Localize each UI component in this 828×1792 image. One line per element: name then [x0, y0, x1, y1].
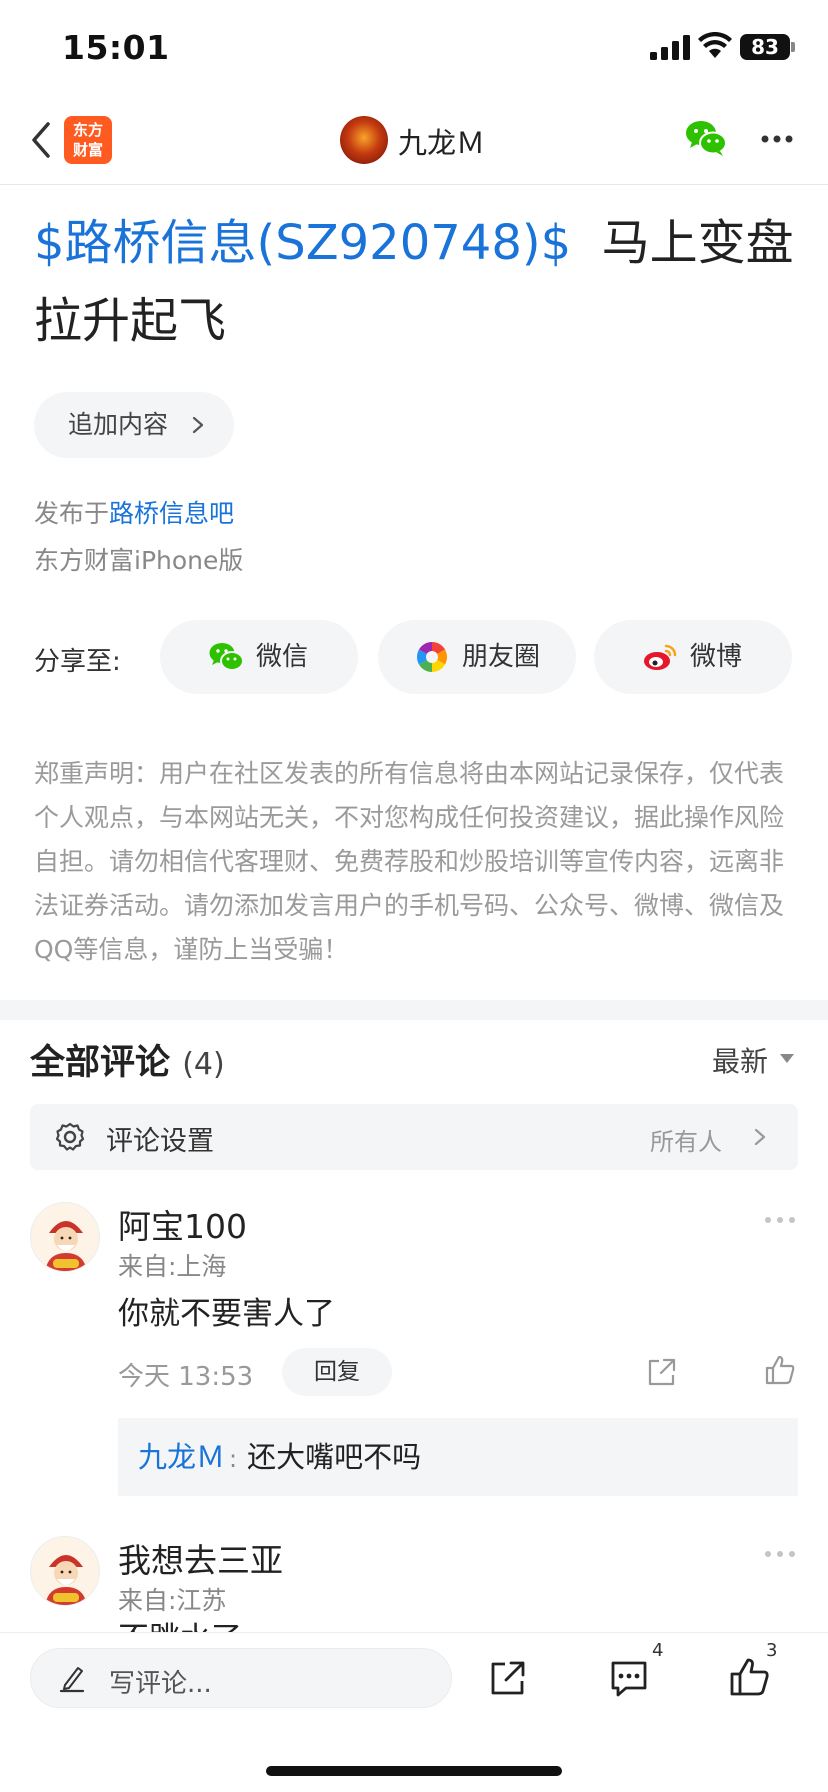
comment-settings-row[interactable]: 评论设置 所有人: [30, 1104, 798, 1170]
post-device: 东方财富iPhone版: [34, 546, 244, 575]
commenter-name[interactable]: 阿宝100: [118, 1200, 247, 1248]
share-wechat-label: 微信: [256, 642, 309, 672]
sub-reply[interactable]: 九龙Ｍ: 还大嘴吧不吗: [118, 1418, 798, 1496]
comment-body: 你就不要害人了: [118, 1296, 335, 1332]
sub-reply-text: 还大嘴吧不吗: [247, 1440, 422, 1474]
cellular-signal-icon: [650, 35, 690, 60]
commenter-avatar[interactable]: [30, 1202, 100, 1272]
more-options-icon[interactable]: [764, 1550, 796, 1558]
published-in: 发布于路桥信息吧: [34, 494, 234, 530]
battery-indicator: 83: [740, 34, 790, 60]
logo-text-1: 东方: [72, 121, 103, 139]
comment-settings-label: 评论设置: [106, 1126, 214, 1157]
share-moments-label: 朋友圈: [462, 642, 541, 672]
published-prefix: 发布于: [34, 499, 110, 528]
comments-count: (4): [182, 1047, 225, 1082]
like-count-badge: 3: [766, 1640, 778, 1661]
comment-count-badge: 4: [652, 1640, 664, 1661]
wechat-icon: [209, 643, 244, 671]
back-arrow-icon[interactable]: [26, 118, 56, 162]
comment-body: 不跳水了: [118, 1622, 242, 1632]
share-weibo-label: 微博: [690, 642, 743, 672]
reply-button[interactable]: 回复: [282, 1348, 392, 1396]
disclaimer-text: 郑重声明：用户在社区发表的所有信息将由本网站记录保存，仅代表个人观点，与本网站无…: [34, 759, 785, 964]
share-weibo-button[interactable]: 微博: [594, 620, 792, 694]
section-divider: [0, 1000, 828, 1020]
comments-title-label: 全部评论: [30, 1043, 171, 1083]
thumbs-up-icon[interactable]: [764, 1354, 796, 1386]
fortune-god-avatar-icon: [45, 1221, 87, 1271]
comment-bubble-icon[interactable]: [608, 1658, 650, 1698]
commenter-location: 来自:上海: [118, 1252, 227, 1281]
pencil-icon: [59, 1667, 85, 1693]
more-options-icon[interactable]: [760, 134, 794, 144]
battery-cap: [791, 42, 795, 52]
more-options-icon[interactable]: [764, 1216, 796, 1224]
moments-aperture-icon: [416, 642, 448, 672]
comments-title: 全部评论 (4): [30, 1034, 225, 1085]
append-content-label: 追加内容: [68, 410, 169, 439]
share-moments-button[interactable]: 朋友圈: [378, 620, 576, 694]
post-title: $路桥信息(SZ920748)$ 马上变盘拉升起飞: [34, 204, 804, 360]
forum-link[interactable]: 路桥信息吧: [109, 499, 234, 528]
commenter-location: 来自:江苏: [118, 1586, 227, 1615]
wechat-icon[interactable]: [684, 118, 728, 158]
append-content-button[interactable]: 追加内容: [34, 392, 234, 458]
chevron-right-icon: [754, 1128, 766, 1146]
home-indicator: [266, 1766, 562, 1776]
eastmoney-logo[interactable]: 东方 财富: [64, 116, 112, 164]
write-comment-placeholder: 写评论...: [109, 1669, 212, 1699]
nav-divider: [0, 184, 828, 185]
chevron-right-icon: [192, 416, 204, 434]
share-icon[interactable]: [488, 1658, 528, 1698]
write-comment-input[interactable]: 写评论...: [30, 1648, 452, 1708]
status-time: 15:01: [62, 28, 170, 67]
fortune-god-avatar-icon: [45, 1555, 87, 1605]
logo-text-2: 财富: [72, 141, 103, 159]
author-name[interactable]: 九龙Ｍ: [398, 120, 485, 162]
stock-tag-link[interactable]: $路桥信息(SZ920748)$: [34, 215, 571, 271]
share-wechat-button[interactable]: 微信: [160, 620, 358, 694]
share-icon[interactable]: [646, 1356, 678, 1388]
gear-icon: [55, 1122, 85, 1151]
weibo-icon: [644, 644, 677, 670]
sort-dropdown[interactable]: 最新: [712, 1040, 768, 1080]
comment-settings-value: 所有人: [650, 1128, 722, 1156]
caret-down-icon[interactable]: [780, 1054, 794, 1063]
commenter-name[interactable]: 我想去三亚: [118, 1534, 283, 1582]
sub-reply-author[interactable]: 九龙Ｍ: [138, 1440, 225, 1474]
wifi-icon: [698, 32, 732, 58]
thumbs-up-icon[interactable]: [728, 1656, 770, 1698]
commenter-avatar[interactable]: [30, 1536, 100, 1606]
author-avatar[interactable]: [340, 116, 388, 164]
sub-reply-separator: :: [229, 1445, 238, 1473]
share-label: 分享至:: [34, 647, 121, 677]
comment-time: 今天 13:53: [118, 1362, 254, 1392]
